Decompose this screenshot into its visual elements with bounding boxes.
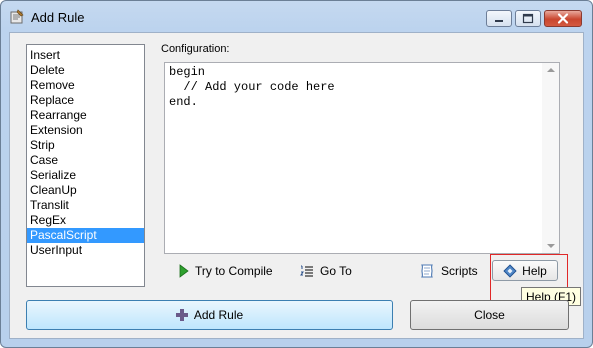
title-bar[interactable]: Add Rule [1, 1, 592, 31]
add-rule-button[interactable]: Add Rule [26, 300, 393, 330]
rule-list-item[interactable]: Remove [27, 78, 144, 93]
add-rule-label: Add Rule [193, 308, 244, 322]
rule-list-item[interactable]: Delete [27, 63, 144, 78]
go-to-label: Go To [320, 264, 352, 278]
go-to-button[interactable]: Go To [300, 262, 352, 280]
window-title: Add Rule [31, 10, 85, 25]
numbered-list-icon [300, 265, 313, 277]
rule-list-item[interactable]: Serialize [27, 168, 144, 183]
add-rule-window: Add Rule Insert Delete Remove Replace Rearra… [0, 0, 593, 348]
rule-list-item[interactable]: RegEx [27, 213, 144, 228]
rule-list-item[interactable]: CleanUp [27, 183, 144, 198]
rule-list-item[interactable]: Strip [27, 138, 144, 153]
scripts-button[interactable]: Scripts [419, 262, 478, 280]
rule-list-item[interactable]: Rearrange [27, 108, 144, 123]
close-label: Close [474, 308, 505, 322]
editor-scrollbar[interactable] [542, 63, 559, 253]
try-compile-label: Try to Compile [195, 264, 273, 278]
code-text[interactable]: begin // Add your code here end. [169, 65, 335, 110]
plus-icon [175, 309, 188, 321]
window-close-button[interactable] [544, 10, 582, 27]
rule-list-item[interactable]: Case [27, 153, 144, 168]
scroll-up-icon[interactable] [547, 68, 555, 72]
scripts-label: Scripts [441, 264, 478, 278]
configuration-label: Configuration: [161, 43, 230, 55]
play-icon [179, 264, 189, 278]
rules-list[interactable]: Insert Delete Remove Replace Rearrange Extens… [26, 44, 145, 287]
minimize-button[interactable] [486, 10, 512, 27]
rule-list-item[interactable]: Replace [27, 93, 144, 108]
rule-list-item[interactable]: Translit [27, 198, 144, 213]
rule-list-item[interactable]: PascalScript [27, 228, 144, 243]
rule-list-item[interactable]: Extension [27, 123, 144, 138]
close-button[interactable]: Close [410, 300, 569, 330]
dialog-body: Insert Delete Remove Replace Rearrange Extens… [9, 32, 584, 339]
scroll-down-icon[interactable] [547, 244, 555, 248]
app-icon [9, 9, 25, 25]
rule-list-item[interactable]: Insert [27, 48, 144, 63]
maximize-button[interactable] [515, 10, 541, 27]
rule-list-item[interactable]: UserInput [27, 243, 144, 258]
maximize-icon [522, 13, 534, 24]
try-compile-button[interactable]: Try to Compile [179, 262, 273, 280]
minimize-icon [495, 20, 503, 22]
close-icon [557, 13, 569, 24]
scroll-icon [421, 264, 433, 278]
code-editor[interactable]: begin // Add your code here end. [164, 62, 560, 254]
